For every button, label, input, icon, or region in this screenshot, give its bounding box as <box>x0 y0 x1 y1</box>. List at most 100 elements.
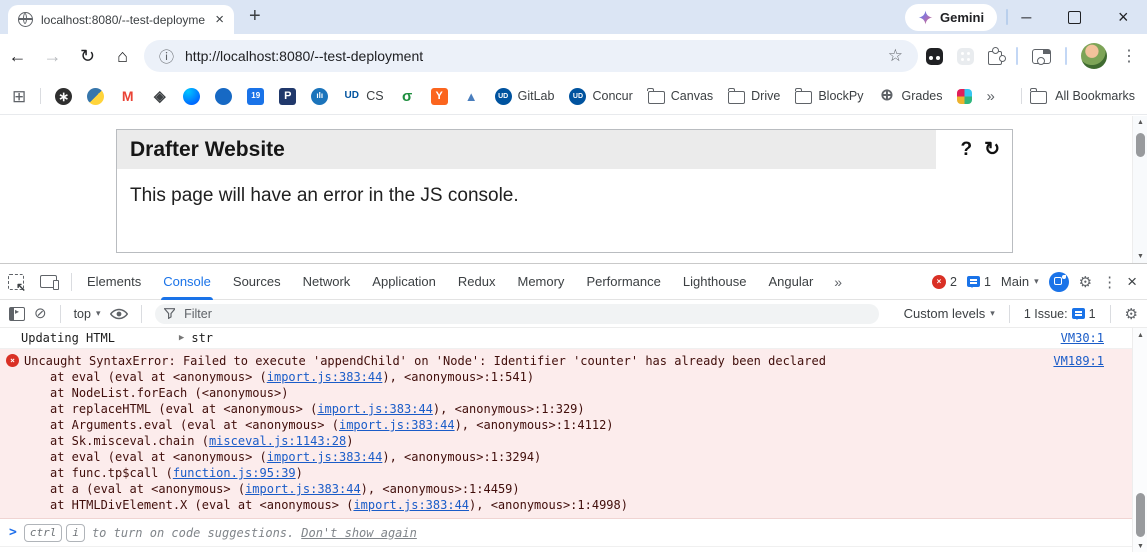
source-link[interactable]: function.js:95:39 <box>173 466 296 480</box>
bookmark-drive[interactable]: Drive <box>727 87 780 104</box>
clear-console-icon[interactable]: ⊘ <box>34 306 47 321</box>
bookmark-python[interactable] <box>87 87 105 105</box>
bookmark-star-icon[interactable]: ☆ <box>888 46 903 66</box>
context-selector[interactable]: top ▾ <box>74 307 101 321</box>
filter-box[interactable] <box>154 303 879 324</box>
devtools-menu-icon[interactable]: ⋮ <box>1102 273 1117 291</box>
console-prompt[interactable]: > ctrl i to turn on code suggestions. Don… <box>0 519 1132 547</box>
live-expression-eye-icon[interactable] <box>109 308 128 320</box>
filter-input[interactable] <box>182 305 870 322</box>
url-text[interactable]: http://localhost:8080/--test-deployment <box>185 48 423 64</box>
devtools-tab-memory[interactable]: Memory <box>506 264 575 300</box>
bookmark-slack[interactable] <box>957 88 973 104</box>
reload-button[interactable]: ↻ <box>70 46 105 67</box>
bookmark-blue-arrow[interactable]: ▲ <box>463 88 480 105</box>
bookmark-p-badge[interactable]: P <box>279 87 297 105</box>
source-link[interactable]: VM30:1 <box>1061 331 1104 345</box>
source-link[interactable]: import.js:383:44 <box>317 402 433 416</box>
bookmark-gmail[interactable]: M <box>119 88 136 105</box>
source-link[interactable]: import.js:383:44 <box>267 450 383 464</box>
device-toolbar-icon[interactable] <box>40 275 59 290</box>
bookmark-messenger[interactable] <box>183 87 201 105</box>
devtools-tab-lighthouse[interactable]: Lighthouse <box>672 264 758 300</box>
extension-dark-icon[interactable] <box>926 47 943 65</box>
extension-gray-icon[interactable] <box>957 47 974 65</box>
bookmark-ycombinator[interactable]: Y <box>430 87 448 105</box>
devtools-tab-angular[interactable]: Angular <box>757 264 824 300</box>
back-button[interactable]: ← <box>0 46 35 67</box>
more-tabs-icon[interactable]: » <box>824 274 852 290</box>
bookmark-label: BlockPy <box>818 89 864 103</box>
forward-button[interactable]: → <box>35 46 70 67</box>
home-button[interactable]: ⌂ <box>105 46 140 67</box>
console-settings-icon[interactable]: ⚙ <box>1125 305 1138 323</box>
source-link[interactable]: import.js:383:44 <box>267 370 383 384</box>
dont-show-again-link[interactable]: Don't show again <box>301 526 417 540</box>
new-tab-button[interactable]: + <box>249 5 261 28</box>
devtools-tab-sources[interactable]: Sources <box>222 264 292 300</box>
source-link[interactable]: misceval.js:1143:28 <box>209 434 346 448</box>
devtools-tab-network[interactable]: Network <box>292 264 362 300</box>
inspect-element-icon[interactable] <box>8 273 26 294</box>
console-sidebar-icon[interactable] <box>9 306 25 321</box>
bookmark-ud-gitlab[interactable]: UD GitLab <box>494 87 554 105</box>
devtools-tab-console[interactable]: Console <box>152 264 222 300</box>
scroll-up-icon[interactable]: ▲ <box>1133 332 1147 339</box>
error-badge[interactable]: × 2 <box>931 274 957 289</box>
page-scrollbar[interactable]: ▲ ▼ <box>1132 116 1147 263</box>
message-badge[interactable]: 1 <box>966 275 991 289</box>
refresh-button[interactable]: ↻ <box>984 138 1000 161</box>
tab-close-icon[interactable]: × <box>215 12 224 27</box>
chevron-down-icon: ▾ <box>990 308 995 318</box>
source-link[interactable]: VM189:1 <box>1053 353 1104 369</box>
ai-assistance-icon[interactable] <box>1048 271 1069 292</box>
scroll-down-icon[interactable]: ▼ <box>1133 543 1147 550</box>
bookmark-ud-cs[interactable]: UD CS <box>343 88 384 105</box>
extensions-puzzle-icon[interactable] <box>988 46 1006 65</box>
main-context-dropdown[interactable]: Main ▾ <box>1001 274 1039 289</box>
devtools-tab-performance[interactable]: Performance <box>575 264 671 300</box>
bookmark-calendar[interactable]: 19 <box>247 87 265 105</box>
source-link[interactable]: import.js:383:44 <box>245 482 361 496</box>
maximize-button[interactable] <box>1068 10 1082 24</box>
devtools-tab-application[interactable]: Application <box>361 264 447 300</box>
devtools-tab-redux[interactable]: Redux <box>447 264 507 300</box>
apps-grid-icon[interactable]: ⊞ <box>12 88 26 105</box>
devtools-tab-elements[interactable]: Elements <box>76 264 152 300</box>
profile-avatar[interactable] <box>1081 43 1107 69</box>
bookmark-compass[interactable]: ◈ <box>151 88 168 105</box>
bookmark-chart-blue[interactable]: ılı <box>311 87 329 105</box>
bookmark-sigma[interactable]: σ <box>399 88 416 105</box>
help-button[interactable]: ? <box>960 139 972 161</box>
side-panel-search-icon[interactable] <box>1032 48 1051 65</box>
source-link[interactable]: import.js:383:44 <box>353 498 469 512</box>
minimize-button[interactable]: ─ <box>1021 10 1031 24</box>
issues-counter[interactable]: 1 Issue: 1 <box>1024 307 1096 321</box>
log-levels-dropdown[interactable]: Custom levels ▾ <box>904 306 995 321</box>
all-bookmarks-button[interactable]: All Bookmarks <box>1021 87 1135 104</box>
scrollbar-thumb[interactable] <box>1136 133 1145 157</box>
scroll-up-icon[interactable]: ▲ <box>1133 119 1147 126</box>
address-bar[interactable]: ⓘ http://localhost:8080/--test-deploymen… <box>144 40 918 72</box>
source-link[interactable]: import.js:383:44 <box>339 418 455 432</box>
bookmark-blockpy[interactable]: BlockPy <box>794 87 864 104</box>
gemini-button[interactable]: Gemini <box>905 4 998 31</box>
browser-tab[interactable]: localhost:8080/--test-deployme × <box>8 5 234 34</box>
devtools-close-icon[interactable]: × <box>1127 272 1137 292</box>
scroll-down-icon[interactable]: ▼ <box>1133 253 1147 260</box>
console-scrollbar[interactable]: ▲ ▼ <box>1132 328 1147 552</box>
bookmarks-overflow-chevron[interactable]: » <box>986 88 994 105</box>
bookmark-canvas[interactable]: Canvas <box>647 87 713 104</box>
stack-frames: at eval (eval at <anonymous> (import.js:… <box>0 369 1132 513</box>
browser-menu-icon[interactable]: ⋮ <box>1121 46 1137 66</box>
expand-triangle-icon[interactable]: ▶ <box>179 333 184 343</box>
window-close-button[interactable]: × <box>1118 8 1129 26</box>
devtools-settings-icon[interactable]: ⚙ <box>1079 273 1092 291</box>
bookmark-grades[interactable]: ⊕ Grades <box>878 88 942 105</box>
bookmark-noaa[interactable] <box>215 87 233 105</box>
bookmark-ud-concur[interactable]: UD Concur <box>569 87 633 105</box>
scrollbar-thumb[interactable] <box>1136 493 1145 537</box>
site-info-icon[interactable]: ⓘ <box>159 46 174 67</box>
log-value-type[interactable]: str <box>191 331 213 345</box>
bookmark-chatgpt[interactable]: ∗ <box>55 87 73 105</box>
